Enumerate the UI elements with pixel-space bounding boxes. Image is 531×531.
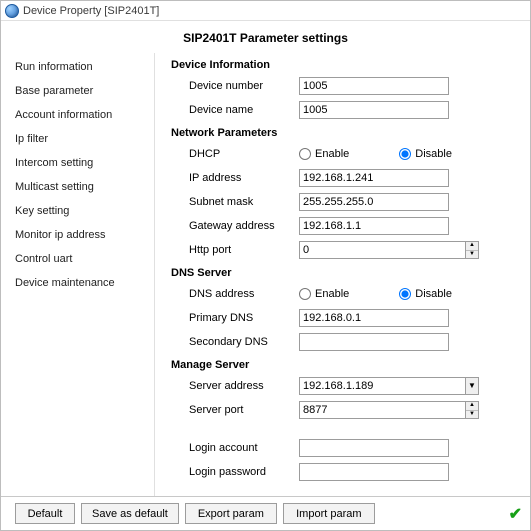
label-primary-dns: Primary DNS [171,312,299,324]
spinner-server-port[interactable]: ▲▼ [465,401,479,419]
label-dns-address: DNS address [171,288,299,300]
radio-label-dns-enable: Enable [315,288,349,300]
label-login-account: Login account [171,442,299,454]
export-param-button[interactable]: Export param [185,503,277,524]
sidebar-item-ip-filter[interactable]: Ip filter [3,127,154,151]
page-title: SIP2401T Parameter settings [1,21,530,53]
input-gateway-address[interactable] [299,217,449,235]
label-dhcp: DHCP [171,148,299,160]
input-subnet-mask[interactable] [299,193,449,211]
label-ip-address: IP address [171,172,299,184]
content-panel: Device Information Device number Device … [155,53,524,496]
label-secondary-dns: Secondary DNS [171,336,299,348]
label-server-address: Server address [171,380,299,392]
sidebar-item-intercom-setting[interactable]: Intercom setting [3,151,154,175]
chevron-down-icon: ▼ [466,251,478,259]
sidebar: Run information Base parameter Account i… [3,53,155,496]
sidebar-item-run-information[interactable]: Run information [3,55,154,79]
input-primary-dns[interactable] [299,309,449,327]
label-login-password: Login password [171,466,299,478]
sidebar-item-base-parameter[interactable]: Base parameter [3,79,154,103]
label-device-name: Device name [171,104,299,116]
label-subnet-mask: Subnet mask [171,196,299,208]
radio-label-enable: Enable [315,148,349,160]
sidebar-item-control-uart[interactable]: Control uart [3,247,154,271]
section-device-information: Device Information [171,59,518,71]
radio-dns-disable[interactable] [399,288,411,300]
section-manage-server: Manage Server [171,359,518,371]
radio-dhcp-enable[interactable] [299,148,311,160]
input-login-password[interactable] [299,463,449,481]
input-server-port[interactable] [299,401,465,419]
input-device-name[interactable] [299,101,449,119]
sidebar-item-device-maintenance[interactable]: Device maintenance [3,271,154,295]
spinner-http-port[interactable]: ▲▼ [465,241,479,259]
check-icon: ✔ [509,504,522,524]
import-param-button[interactable]: Import param [283,503,375,524]
input-login-account[interactable] [299,439,449,457]
input-server-address[interactable] [299,377,465,395]
radio-label-disable: Disable [415,148,452,160]
input-ip-address[interactable] [299,169,449,187]
window-title: Device Property [SIP2401T] [23,5,159,17]
label-http-port: Http port [171,244,299,256]
section-network-parameters: Network Parameters [171,127,518,139]
input-device-number[interactable] [299,77,449,95]
default-button[interactable]: Default [15,503,75,524]
radio-dhcp-disable[interactable] [399,148,411,160]
radio-group-dhcp: Enable Disable [299,148,452,160]
radio-dns-enable[interactable] [299,288,311,300]
save-as-default-button[interactable]: Save as default [81,503,179,524]
input-http-port[interactable] [299,241,465,259]
sidebar-item-monitor-ip-address[interactable]: Monitor ip address [3,223,154,247]
section-dns-server: DNS Server [171,267,518,279]
radio-group-dns: Enable Disable [299,288,452,300]
chevron-down-icon: ▼ [466,411,478,419]
app-icon [5,4,19,18]
label-gateway-address: Gateway address [171,220,299,232]
label-server-port: Server port [171,404,299,416]
footer-bar: Default Save as default Export param Imp… [1,496,530,530]
main-body: Run information Base parameter Account i… [1,53,530,496]
radio-label-dns-disable: Disable [415,288,452,300]
dropdown-server-address[interactable]: ▼ [465,377,479,395]
device-property-window: Device Property [SIP2401T] SIP2401T Para… [0,0,531,531]
sidebar-item-multicast-setting[interactable]: Multicast setting [3,175,154,199]
sidebar-item-key-setting[interactable]: Key setting [3,199,154,223]
input-secondary-dns[interactable] [299,333,449,351]
sidebar-item-account-information[interactable]: Account information [3,103,154,127]
chevron-up-icon: ▲ [466,402,478,411]
label-device-number: Device number [171,80,299,92]
window-titlebar: Device Property [SIP2401T] [1,1,530,21]
chevron-up-icon: ▲ [466,242,478,251]
